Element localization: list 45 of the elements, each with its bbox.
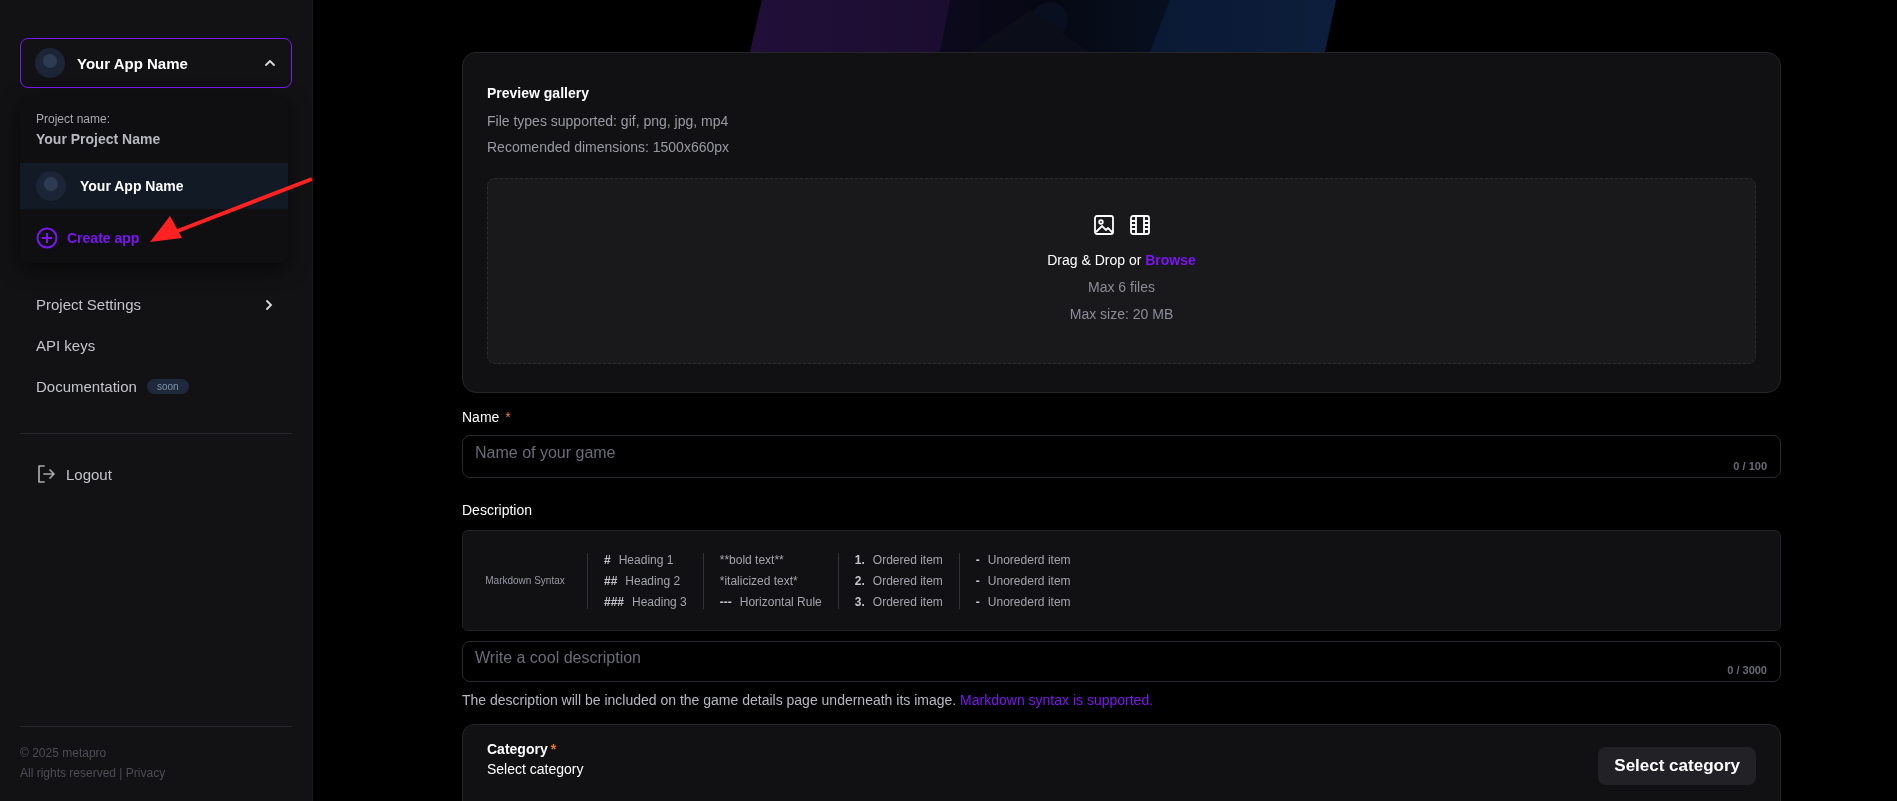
dimensions-text: Recomended dimensions: 1500x660px	[487, 138, 731, 157]
syntax-example: - Unorederd item	[975, 594, 1071, 609]
syntax-example: --- Horizontal Rule	[719, 594, 822, 609]
syntax-example: ## Heading 2	[604, 573, 682, 588]
category-hint: Select category	[487, 761, 584, 777]
nav-item[interactable]: API keys	[20, 325, 292, 366]
syntax-example: 1. Ordered item	[854, 552, 943, 567]
nav-item[interactable]: Documentation soon	[20, 366, 292, 407]
app-switcher[interactable]: Your App Name	[20, 38, 292, 88]
syntax-example: - Unorederd item	[975, 573, 1071, 588]
image-icon	[1092, 214, 1115, 236]
syntax-example: *italicized text*	[719, 573, 799, 588]
logout-icon	[36, 464, 56, 484]
syntax-example: - Unorederd item	[975, 552, 1071, 567]
select-category-button[interactable]: Select category	[1598, 747, 1756, 785]
max-files-text: Max 6 files	[1088, 278, 1155, 297]
category-label: Category *	[487, 741, 558, 757]
char-counter: 0 / 100	[1733, 460, 1767, 472]
avatar-icon	[35, 48, 65, 78]
app-item[interactable]: Your App Name	[20, 163, 288, 209]
drop-text: Drag & Drop or Browse	[1047, 251, 1196, 270]
nav-item[interactable]: Project Settings	[20, 284, 292, 325]
name-label: Name *	[462, 409, 512, 425]
description-label: Description	[462, 502, 534, 518]
syntax-example: **bold text**	[719, 552, 785, 567]
plus-circle-icon	[36, 227, 58, 249]
project-label: Project name:	[35, 112, 112, 126]
file-types-text: File types supported: gif, png, jpg, mp4	[487, 112, 730, 131]
syntax-example: ### Heading 3	[604, 594, 687, 609]
copyright-text: © 2025 metapro	[20, 745, 108, 762]
char-counter: 0 / 3000	[1727, 664, 1767, 676]
syntax-example: # Heading 1	[604, 552, 675, 567]
max-size-text: Max size: 20 MB	[1069, 305, 1174, 324]
project-name: Your Project Name	[35, 130, 162, 147]
syntax-example: 3. Ordered item	[854, 594, 943, 609]
syntax-example: 2. Ordered item	[854, 573, 943, 588]
markdown-title: Markdown Syntax	[484, 575, 566, 586]
avatar-icon	[36, 171, 66, 201]
logout-link[interactable]: Logout	[20, 456, 292, 492]
rights-text: All rights reserved | Privacy	[20, 765, 167, 782]
film-icon	[1128, 214, 1151, 236]
gallery-title: Preview gallery	[487, 85, 590, 101]
soon-tag: soon	[146, 379, 189, 394]
description-help: The description will be included on the game details page underneath its image. Markdown syntax is supported.	[462, 692, 1155, 708]
drop-zone[interactable]: Drag & Drop or Browse Max 6 files Max size: 20 MB	[487, 178, 1756, 364]
